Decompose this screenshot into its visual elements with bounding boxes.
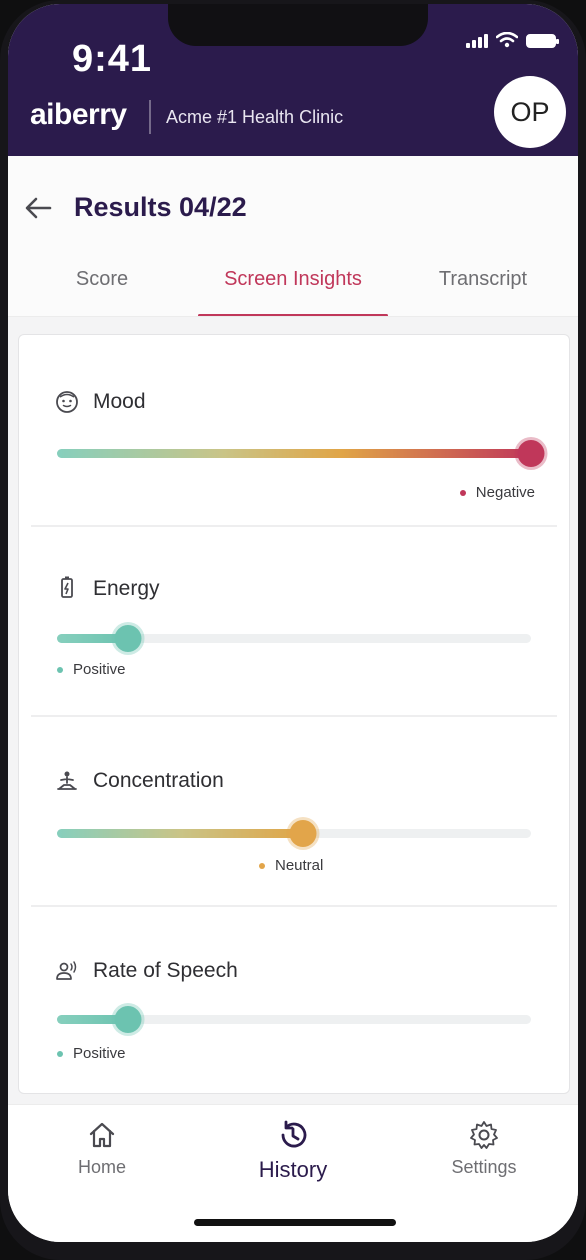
level-indicator: Neutral: [259, 857, 323, 874]
home-icon: [89, 1122, 115, 1148]
level-track: [57, 1006, 531, 1033]
nav-history[interactable]: History: [213, 1119, 373, 1183]
level-knob: [114, 625, 142, 652]
nav-settings[interactable]: Settings: [404, 1119, 564, 1178]
wifi-icon: [496, 32, 518, 48]
face-icon: [56, 391, 78, 413]
level-text: Negative: [475, 484, 535, 501]
level-dot: [57, 1050, 63, 1057]
metric-label: Concentration: [93, 769, 224, 792]
level-indicator: Positive: [57, 1045, 126, 1062]
tab-score[interactable]: Score: [52, 268, 152, 291]
meditation-icon: [57, 771, 77, 790]
home-indicator: [194, 1219, 396, 1226]
avatar-button[interactable]: OP: [494, 76, 566, 148]
cellular-signal-icon: [466, 34, 488, 48]
metric-label: Energy: [93, 577, 160, 600]
tab-transcript[interactable]: Transcript: [418, 268, 548, 291]
nav-label: Home: [77, 1157, 126, 1177]
metric-rate-of-speech: Rate of Speech Positive: [19, 907, 569, 1091]
level-text: Neutral: [275, 857, 324, 874]
level-knob: [114, 1006, 142, 1033]
nav-label: History: [258, 1157, 328, 1182]
level-knob: [289, 820, 317, 847]
speaking-icon: [56, 961, 77, 980]
phone-frame: 9:41 aiberry Acme #1 Health Clinic OP Re…: [0, 0, 586, 1260]
metric-label: Rate of Speech: [93, 959, 238, 982]
level-text: Positive: [73, 1045, 126, 1062]
battery-icon: [526, 34, 559, 48]
level-indicator: Positive: [57, 661, 126, 678]
battery-icon: [61, 576, 73, 598]
level-dot: [57, 666, 63, 673]
metric-mood: Mood Negative: [19, 335, 569, 525]
metric-concentration: Concentration Neutral: [19, 717, 569, 905]
level-fill: [57, 449, 531, 458]
nav-label: Settings: [451, 1157, 517, 1177]
brand-logo: aiberry: [30, 98, 127, 131]
app-screen: 9:41 aiberry Acme #1 Health Clinic OP Re…: [8, 4, 578, 1242]
history-icon: [281, 1120, 307, 1148]
insights-card: Mood Negative Energy Positive Concentrat…: [18, 334, 570, 1094]
level-track: [57, 820, 531, 847]
tab-bar: Score Screen Insights Transcript: [8, 260, 578, 317]
metric-label: Mood: [93, 390, 146, 413]
tab-screen-insights[interactable]: Screen Insights: [198, 268, 388, 291]
level-dot: [259, 862, 265, 869]
level-track: [57, 440, 545, 467]
level-track: [57, 625, 531, 652]
status-icons: [466, 32, 559, 48]
nav-home[interactable]: Home: [22, 1119, 182, 1178]
notch: [168, 4, 428, 46]
level-knob: [517, 440, 545, 467]
header-divider: [149, 100, 151, 134]
page-title: Results 04/22: [74, 192, 247, 222]
metric-energy: Energy Positive: [19, 527, 569, 715]
level-dot: [459, 489, 466, 496]
status-time: 9:41: [72, 38, 153, 80]
arrow-left-icon: [25, 197, 52, 219]
level-fill: [57, 829, 304, 838]
gear-icon: [470, 1121, 498, 1149]
clinic-name: Acme #1 Health Clinic: [166, 107, 344, 127]
back-button[interactable]: [22, 192, 54, 224]
level-text: Positive: [73, 661, 126, 678]
level-indicator: Negative: [459, 484, 535, 501]
